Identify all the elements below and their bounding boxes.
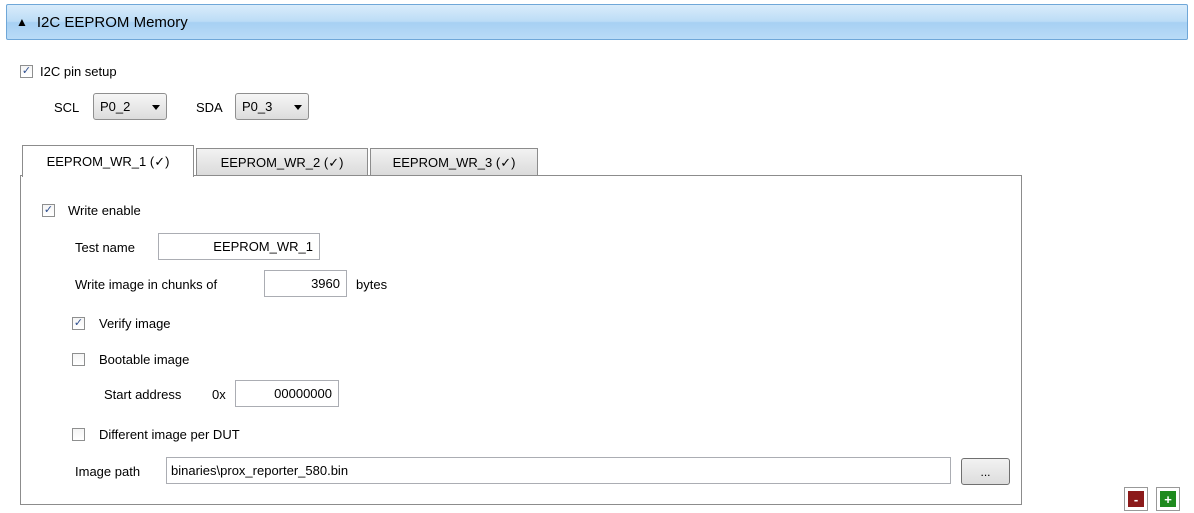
- chunks-input[interactable]: 3960: [264, 270, 347, 297]
- plus-icon: +: [1160, 491, 1176, 507]
- section-header[interactable]: ▲ I2C EEPROM Memory: [6, 4, 1188, 40]
- start-address-prefix: 0x: [212, 387, 226, 402]
- collapse-triangle-icon[interactable]: ▲: [16, 16, 28, 28]
- chunks-label: Write image in chunks of: [75, 277, 218, 292]
- tab-panel: [20, 175, 1022, 505]
- test-name-label: Test name: [75, 240, 135, 255]
- tab-eeprom-wr-1[interactable]: EEPROM_WR_1 (✓): [22, 145, 194, 177]
- sda-select[interactable]: P0_3: [235, 93, 309, 120]
- section-title: I2C EEPROM Memory: [36, 13, 188, 31]
- tab-eeprom-wr-3[interactable]: EEPROM_WR_3 (✓): [370, 148, 538, 176]
- write-enable-label: Write enable: [68, 203, 141, 218]
- checkmark-icon: ✓: [21, 65, 32, 77]
- sda-label: SDA: [196, 100, 223, 115]
- verify-image-label: Verify image: [99, 316, 171, 331]
- tab-label: EEPROM_WR_1 (✓): [46, 153, 170, 169]
- add-button[interactable]: +: [1156, 487, 1180, 511]
- bootable-image-label: Bootable image: [99, 352, 190, 367]
- image-path-value: binaries\prox_reporter_580.bin: [171, 463, 349, 478]
- browse-button[interactable]: ...: [961, 458, 1010, 485]
- start-address-value: 00000000: [274, 386, 332, 401]
- image-path-label: Image path: [75, 464, 141, 479]
- chunks-value: 3960: [311, 276, 340, 291]
- tab-eeprom-wr-2[interactable]: EEPROM_WR_2 (✓): [196, 148, 368, 176]
- checkmark-icon: ✓: [73, 317, 84, 329]
- scl-select-value: P0_2: [100, 99, 131, 114]
- minus-icon: -: [1128, 491, 1144, 507]
- i2c-pin-setup-checkbox[interactable]: ✓: [20, 65, 33, 78]
- image-path-input[interactable]: binaries\prox_reporter_580.bin: [166, 457, 951, 484]
- different-image-label: Different image per DUT: [99, 427, 240, 442]
- bootable-image-checkbox[interactable]: [72, 353, 85, 366]
- tab-label: EEPROM_WR_2 (✓): [220, 154, 344, 170]
- tab-label: EEPROM_WR_3 (✓): [392, 154, 516, 170]
- remove-button[interactable]: -: [1124, 487, 1148, 511]
- chevron-down-icon: [294, 105, 302, 110]
- scl-select[interactable]: P0_2: [93, 93, 167, 120]
- different-image-checkbox[interactable]: [72, 428, 85, 441]
- i2c-pin-setup-label: I2C pin setup: [40, 64, 117, 79]
- verify-image-checkbox[interactable]: ✓: [72, 317, 85, 330]
- start-address-input[interactable]: 00000000: [235, 380, 339, 407]
- write-enable-checkbox[interactable]: ✓: [42, 204, 55, 217]
- checkmark-icon: ✓: [43, 204, 54, 216]
- browse-button-label: ...: [980, 464, 991, 479]
- test-name-value: EEPROM_WR_1: [213, 239, 313, 254]
- chevron-down-icon: [152, 105, 160, 110]
- scl-label: SCL: [54, 100, 80, 115]
- start-address-label: Start address: [104, 387, 182, 402]
- chunks-unit-label: bytes: [356, 277, 388, 292]
- test-name-input[interactable]: EEPROM_WR_1: [158, 233, 320, 260]
- sda-select-value: P0_3: [242, 99, 273, 114]
